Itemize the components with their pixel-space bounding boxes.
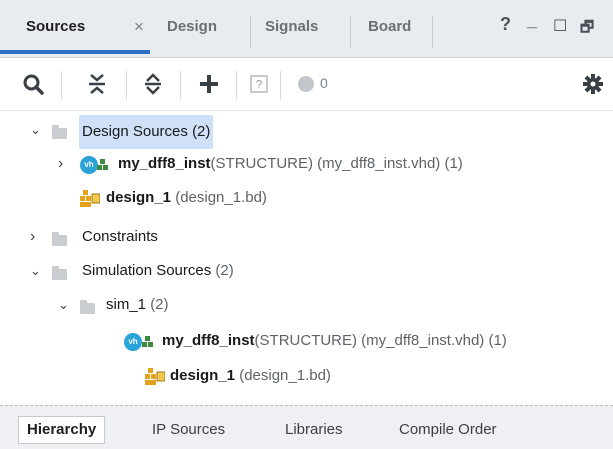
toolbar-divider (280, 71, 281, 99)
help-icon[interactable]: ? (500, 14, 511, 35)
tree-label: my_dff8_inst (162, 332, 255, 349)
block-design-icon (80, 189, 101, 207)
tree-label: Design Sources (82, 123, 188, 140)
folder-icon (52, 232, 67, 246)
tree-detail: (design_1.bd) (175, 189, 267, 206)
toolbar-divider (61, 71, 62, 99)
folder-icon (52, 266, 67, 280)
active-tab-indicator (0, 50, 150, 54)
vhdl-file-icon: vh (124, 333, 142, 351)
toolbar-divider (126, 71, 127, 99)
tab-bar: Sources × Design Signals Board ? _ ☐ 🗗 (0, 0, 613, 58)
circle-status-icon (297, 75, 315, 97)
tree-label: sim_1 (106, 296, 147, 313)
expand-all-icon[interactable] (142, 71, 164, 101)
restore-icon[interactable]: 🗗 (580, 17, 594, 42)
toolbar: ? 0 (0, 58, 613, 111)
block-design-icon (145, 367, 166, 385)
vhdl-file-icon: vh (80, 156, 98, 174)
tree-node-design-sources[interactable]: ⌄ Design Sources (2) (0, 115, 613, 149)
collapse-all-icon[interactable] (86, 71, 108, 101)
tree-label: design_1 (170, 367, 236, 384)
source-tree: ⌄ Design Sources (2) › vh my_dff8_inst(S… (0, 112, 613, 398)
tab-divider (250, 16, 251, 48)
gear-icon[interactable] (582, 73, 604, 99)
toolbar-divider (180, 71, 181, 99)
tree-node-sim-1[interactable]: ⌄ sim_1 (2) (0, 290, 613, 320)
tree-label: Simulation Sources (82, 262, 212, 279)
tree-node-constraints[interactable]: › Constraints (0, 222, 613, 252)
svg-text:?: ? (256, 78, 263, 92)
status-count: 0 (320, 75, 328, 91)
tree-count: (2) (192, 123, 211, 140)
tab-sources[interactable]: Sources (26, 18, 85, 46)
tree-label: my_dff8_inst (118, 155, 211, 172)
chevron-right-icon[interactable]: › (30, 222, 35, 252)
folder-icon (52, 125, 67, 139)
tree-node-sim-design-1[interactable]: design_1 (design_1.bd) (0, 361, 613, 391)
search-icon[interactable] (22, 73, 46, 101)
close-icon[interactable]: × (134, 17, 144, 37)
hierarchy-dots-icon (97, 159, 109, 171)
tab-signals[interactable]: Signals (265, 18, 318, 46)
tab-divider (350, 16, 351, 48)
bottom-tab-bar: Hierarchy IP Sources Libraries Compile O… (0, 405, 613, 449)
chevron-right-icon[interactable]: › (58, 149, 63, 179)
tree-count: (2) (215, 262, 234, 279)
chevron-down-icon[interactable]: ⌄ (30, 115, 41, 145)
tree-node-design-1[interactable]: design_1 (design_1.bd) (0, 183, 613, 213)
hierarchy-dots-icon (142, 336, 154, 348)
chevron-down-icon[interactable]: ⌄ (58, 290, 69, 320)
tab-compile-order[interactable]: Compile Order (399, 418, 497, 442)
folder-icon (80, 300, 95, 314)
chevron-down-icon[interactable]: ⌄ (30, 256, 41, 286)
tree-label: design_1 (106, 189, 172, 206)
tree-label: Constraints (82, 228, 158, 245)
question-icon[interactable]: ? (250, 75, 268, 97)
tab-board[interactable]: Board (368, 18, 411, 46)
tree-node-sim-my-dff8-inst[interactable]: › vh my_dff8_inst(STRUCTURE) (my_dff8_in… (0, 326, 613, 356)
tree-detail: (design_1.bd) (239, 367, 331, 384)
tab-hierarchy[interactable]: Hierarchy (18, 416, 106, 444)
tab-divider (432, 16, 433, 48)
tab-design[interactable]: Design (167, 18, 217, 46)
toolbar-divider (236, 71, 237, 99)
tab-ip-sources[interactable]: IP Sources (152, 418, 225, 442)
tree-node-simulation-sources[interactable]: ⌄ Simulation Sources (2) (0, 256, 613, 286)
tab-libraries[interactable]: Libraries (285, 418, 343, 442)
tree-node-my-dff8-inst[interactable]: › vh my_dff8_inst(STRUCTURE) (my_dff8_in… (0, 149, 613, 179)
maximize-icon[interactable]: ☐ (553, 16, 567, 36)
minimize-icon[interactable]: _ (527, 10, 537, 31)
tree-count: (2) (150, 296, 169, 313)
add-icon[interactable] (197, 72, 221, 100)
tree-detail: (STRUCTURE) (my_dff8_inst.vhd) (1) (254, 332, 507, 349)
tree-detail: (STRUCTURE) (my_dff8_inst.vhd) (1) (210, 155, 463, 172)
